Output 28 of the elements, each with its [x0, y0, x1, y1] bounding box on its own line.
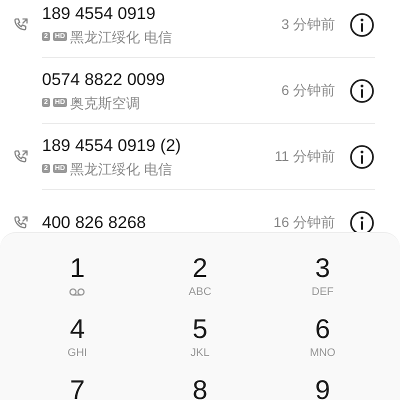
dial-key[interactable]: 6 MNO — [261, 314, 384, 375]
outgoing-call-icon — [13, 149, 29, 165]
dial-key[interactable]: 3 DEF — [261, 253, 384, 314]
phone-number: 189 4554 0919 — [42, 2, 156, 24]
dial-key[interactable]: 7 — [16, 375, 139, 400]
phone-number: 189 4554 0919 (2) — [42, 134, 182, 156]
call-time: 3 分钟前 — [281, 15, 335, 34]
phone-number: 0574 8822 0099 — [42, 68, 166, 90]
info-icon[interactable] — [349, 210, 375, 232]
call-time: 11 分钟前 — [274, 147, 335, 166]
dial-key[interactable]: 1 — [16, 253, 139, 314]
dial-key[interactable]: 4 GHI — [16, 314, 139, 375]
dial-key[interactable]: 5 JKL — [138, 314, 262, 375]
dial-key[interactable]: 2 ABC — [138, 253, 262, 314]
phone-number: 400 826 8268 — [42, 212, 147, 232]
call-time: 6 分钟前 — [281, 81, 335, 100]
call-time: 16 分钟前 — [274, 213, 335, 232]
info-icon[interactable] — [349, 12, 375, 38]
caller-location: 奥克斯空调 — [70, 94, 140, 112]
caller-location: 黑龙江绥化 电信 — [70, 28, 172, 46]
voicemail-icon — [69, 288, 86, 296]
outgoing-call-icon — [13, 17, 29, 33]
dial-key[interactable]: 9 — [261, 375, 384, 400]
outgoing-call-icon — [13, 215, 29, 231]
info-icon[interactable] — [349, 78, 375, 104]
caller-location: 黑龙江绥化 电信 — [70, 160, 172, 178]
dial-key[interactable]: 8 — [138, 375, 262, 400]
info-icon[interactable] — [349, 144, 375, 170]
